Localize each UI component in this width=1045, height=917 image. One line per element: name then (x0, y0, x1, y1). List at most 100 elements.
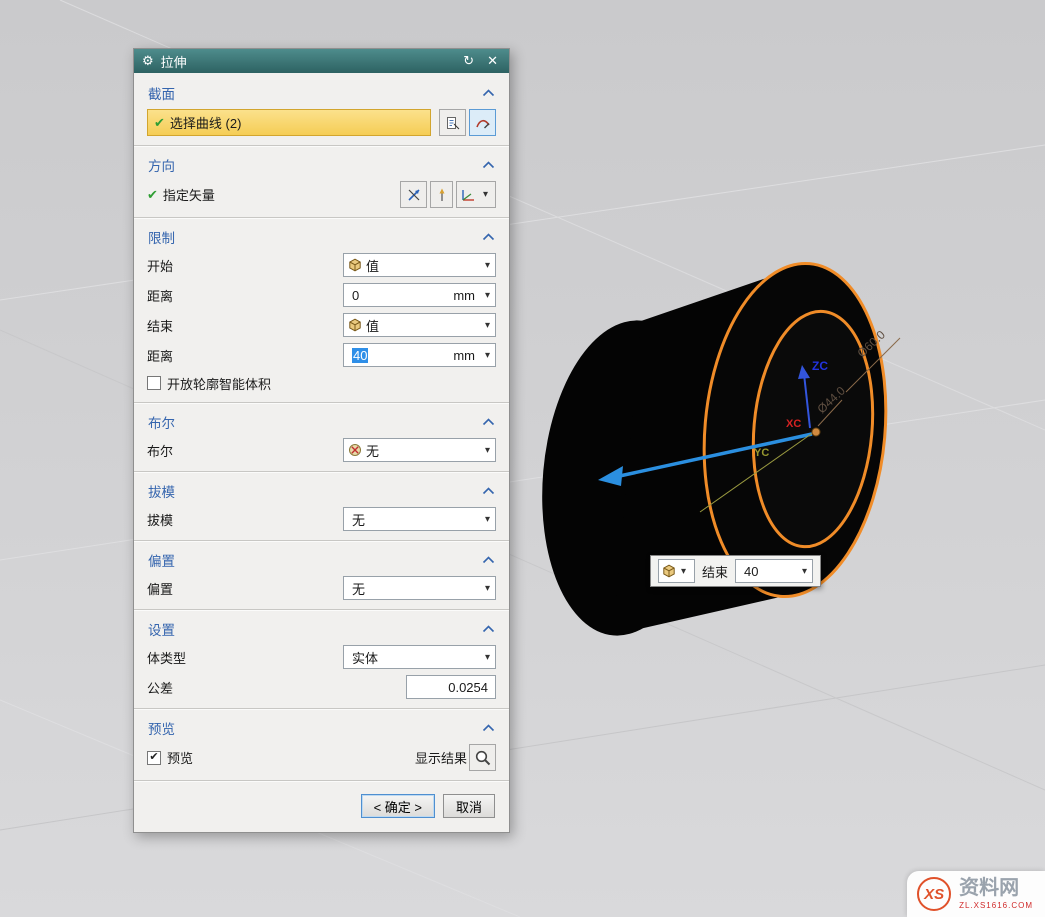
dropdown-arrow-icon: ▾ (480, 260, 495, 271)
onscreen-extrude-toolbar: ▾ 结束 40 ▾ (650, 555, 821, 587)
limit-type-dropdown[interactable]: ▾ (658, 559, 695, 583)
check-icon: ✔ (147, 187, 158, 203)
offset-value: 无 (348, 579, 480, 598)
body-type-dropdown[interactable]: 实体 ▾ (343, 645, 496, 669)
boolean-value: 无 (362, 441, 480, 460)
sketch-curve-icon (475, 115, 491, 131)
section-header-direction: 方向 (148, 155, 175, 175)
value-cube-icon (662, 564, 676, 578)
dialog-titlebar[interactable]: ⚙ 拉伸 ↻ ✕ (134, 49, 509, 73)
curve-rule-icon (445, 115, 461, 131)
dropdown-arrow-icon: ▾ (480, 652, 495, 663)
preview-label: 预览 (167, 748, 415, 767)
section-header-limits: 限制 (148, 227, 175, 247)
dropdown-arrow-icon: ▾ (676, 566, 691, 577)
collapse-chevron-icon[interactable] (482, 89, 495, 97)
dropdown-arrow-icon: ▾ (478, 189, 493, 200)
collapse-chevron-icon[interactable] (482, 418, 495, 426)
axis-triad-icon (459, 187, 477, 203)
dropdown-arrow-icon: ▾ (480, 290, 495, 301)
inferred-vector-button[interactable] (430, 181, 453, 208)
end-label: 结束 (702, 562, 728, 581)
watermark: XS 资料网 ZL.XS1616.COM (907, 871, 1045, 917)
reset-button[interactable]: ↻ (460, 53, 477, 69)
start-type-value: 值 (362, 256, 480, 275)
collapse-chevron-icon[interactable] (482, 724, 495, 732)
body-type-value: 实体 (348, 648, 480, 667)
body-type-label: 体类型 (147, 648, 343, 667)
start-distance-value: 0 (348, 288, 451, 303)
start-distance-input[interactable]: 0 mm ▾ (343, 283, 496, 307)
gear-icon: ⚙ (142, 53, 154, 69)
start-distance-label: 距离 (147, 286, 343, 305)
collapse-chevron-icon[interactable] (482, 233, 495, 241)
section-header-settings: 设置 (148, 619, 175, 639)
dropdown-arrow-icon: ▾ (480, 445, 495, 456)
end-distance-input[interactable]: 40 ▾ (735, 559, 813, 583)
dropdown-arrow-icon: ▾ (480, 350, 495, 361)
cancel-button[interactable]: 取消 (443, 794, 495, 818)
value-cube-icon (348, 318, 362, 332)
tolerance-input[interactable]: 0.0254 (406, 675, 496, 699)
collapse-chevron-icon[interactable] (482, 487, 495, 495)
watermark-logo: XS (917, 877, 951, 911)
show-result-button[interactable] (469, 744, 496, 771)
end-distance-value: 40 (740, 564, 797, 579)
dropdown-arrow-icon: ▾ (480, 583, 495, 594)
watermark-site-url: ZL.XS1616.COM (959, 901, 1033, 910)
curve-selection-text: 选择曲线 (2) (170, 113, 242, 132)
open-profile-checkbox[interactable] (147, 376, 161, 390)
end-label: 结束 (147, 316, 343, 335)
boolean-none-icon (348, 443, 362, 457)
start-type-dropdown[interactable]: 值 ▾ (343, 253, 496, 277)
close-button[interactable]: ✕ (484, 53, 501, 69)
end-distance-value: 40 (352, 348, 368, 363)
vector-type-dropdown[interactable]: ▾ (456, 181, 496, 208)
curve-rule-button[interactable] (439, 109, 466, 136)
end-distance-input[interactable]: 40 mm ▾ (343, 343, 496, 367)
magnifier-icon (474, 749, 492, 767)
end-distance-label: 距离 (147, 346, 343, 365)
boolean-dropdown[interactable]: 无 ▾ (343, 438, 496, 462)
zc-axis-label: ZC (812, 359, 828, 373)
collapse-chevron-icon[interactable] (482, 556, 495, 564)
dropdown-arrow-icon: ▾ (797, 566, 812, 577)
extrude-dialog: ⚙ 拉伸 ↻ ✕ 截面 ✔ 选择曲线 (2) (133, 48, 510, 833)
show-result-label: 显示结果 (415, 748, 467, 767)
vector-dialog-icon (406, 187, 422, 203)
end-type-value: 值 (362, 316, 480, 335)
draft-value: 无 (348, 510, 480, 529)
section-header-offset: 偏置 (148, 550, 175, 570)
offset-label: 偏置 (147, 579, 343, 598)
draft-dropdown[interactable]: 无 ▾ (343, 507, 496, 531)
value-cube-icon (348, 258, 362, 272)
xc-axis-label: XC (786, 418, 801, 430)
check-icon: ✔ (154, 115, 165, 131)
start-label: 开始 (147, 256, 343, 275)
tolerance-label: 公差 (147, 678, 406, 697)
offset-dropdown[interactable]: 无 ▾ (343, 576, 496, 600)
yc-axis-label: YC (754, 447, 769, 459)
draft-label: 拔模 (147, 510, 343, 529)
sketch-section-button[interactable] (469, 109, 496, 136)
dropdown-arrow-icon: ▾ (480, 320, 495, 331)
start-distance-unit: mm (451, 288, 480, 303)
dialog-title: 拉伸 (161, 52, 187, 71)
collapse-chevron-icon[interactable] (482, 625, 495, 633)
origin-handle[interactable] (812, 428, 820, 436)
dropdown-arrow-icon: ▾ (480, 514, 495, 525)
open-profile-label: 开放轮廓智能体积 (167, 374, 496, 393)
watermark-site-name: 资料网 (959, 878, 1033, 899)
boolean-label: 布尔 (147, 441, 343, 460)
section-header-boolean: 布尔 (148, 412, 175, 432)
section-header-section: 截面 (148, 83, 175, 103)
curve-selection-field[interactable]: ✔ 选择曲线 (2) (147, 109, 431, 136)
vector-dialog-button[interactable] (400, 181, 427, 208)
preview-checkbox[interactable]: ✔ (147, 751, 161, 765)
collapse-chevron-icon[interactable] (482, 161, 495, 169)
section-header-preview: 预览 (148, 718, 175, 738)
end-distance-unit: mm (451, 348, 480, 363)
section-header-draft: 拔模 (148, 481, 175, 501)
ok-button[interactable]: < 确定 > (361, 794, 435, 818)
end-type-dropdown[interactable]: 值 ▾ (343, 313, 496, 337)
